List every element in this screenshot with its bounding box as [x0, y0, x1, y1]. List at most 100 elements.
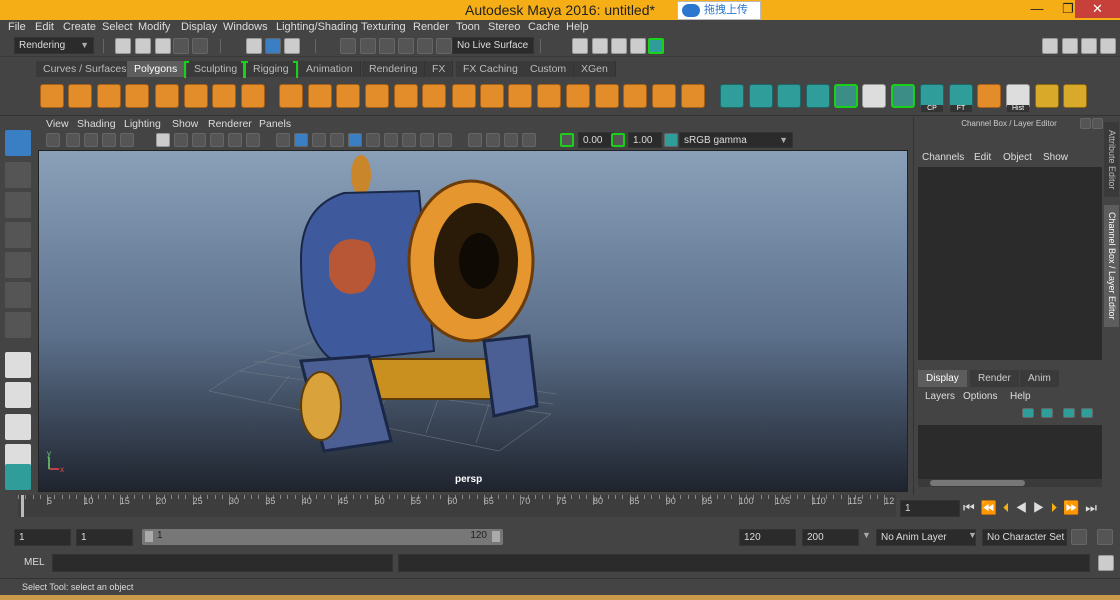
- go-to-start-icon[interactable]: ⏮: [963, 500, 981, 515]
- current-time-marker[interactable]: [21, 495, 24, 517]
- channel-list[interactable]: [918, 167, 1102, 360]
- workspace-icon[interactable]: [1042, 38, 1058, 54]
- select-tool-icon[interactable]: [5, 130, 31, 156]
- start-time-field[interactable]: 1: [14, 529, 71, 546]
- playback-start-field[interactable]: 1: [76, 529, 133, 546]
- merge-icon[interactable]: [652, 84, 676, 108]
- anim-layer-dropdown[interactable]: No Anim Layer: [876, 529, 976, 546]
- four-pane-layout-icon[interactable]: [5, 382, 31, 408]
- scale-tool-icon[interactable]: [5, 282, 31, 308]
- tool-settings-icon[interactable]: [1081, 38, 1097, 54]
- shadows-icon[interactable]: [366, 133, 380, 147]
- layer-menu-options[interactable]: Options: [963, 391, 997, 402]
- command-language-label[interactable]: MEL: [24, 557, 45, 568]
- bevel-icon[interactable]: [452, 84, 476, 108]
- maya-logo-icon[interactable]: [5, 464, 31, 490]
- select-object-icon[interactable]: [265, 38, 281, 54]
- float-panel-icon[interactable]: [1080, 118, 1091, 129]
- wireframe-on-shaded-icon[interactable]: [312, 133, 326, 147]
- isolate-select-icon[interactable]: [468, 133, 482, 147]
- tab-custom[interactable]: Custom: [523, 61, 575, 77]
- redo-icon[interactable]: [192, 38, 208, 54]
- command-input[interactable]: [52, 554, 393, 572]
- move-layer-down-icon[interactable]: [1041, 408, 1053, 418]
- film-gate-icon[interactable]: [174, 133, 188, 147]
- poly-torus-icon[interactable]: [184, 84, 208, 108]
- tab-rendering[interactable]: Rendering: [362, 61, 426, 77]
- layout-icon[interactable]: [1063, 84, 1087, 108]
- cb-menu-edit[interactable]: Edit: [974, 152, 991, 163]
- lasso-tool-icon[interactable]: [5, 162, 31, 188]
- two-pane-layout-icon[interactable]: [5, 414, 31, 440]
- resolution-gate-icon[interactable]: [192, 133, 206, 147]
- freeze-transform-icon[interactable]: FT: [949, 84, 973, 112]
- viewport-menu-lighting[interactable]: Lighting: [124, 118, 161, 130]
- layer-menu-layers[interactable]: Layers: [925, 391, 955, 402]
- menu-create[interactable]: Create: [63, 21, 96, 33]
- move-tool-icon[interactable]: [5, 222, 31, 248]
- viewport-menu-view[interactable]: View: [46, 118, 69, 130]
- hypershade-icon[interactable]: [648, 38, 664, 54]
- camera-icon[interactable]: [46, 133, 60, 147]
- tab-animation[interactable]: Animation: [299, 61, 361, 77]
- layer-menu-help[interactable]: Help: [1010, 391, 1031, 402]
- select-hierarchy-icon[interactable]: [246, 38, 262, 54]
- menu-toon[interactable]: Toon: [456, 21, 480, 33]
- frame-all-icon[interactable]: [120, 133, 134, 147]
- menu-modify[interactable]: Modify: [138, 21, 170, 33]
- close-panel-icon[interactable]: [1092, 118, 1103, 129]
- append-icon[interactable]: [537, 84, 561, 108]
- smooth-icon[interactable]: [365, 84, 389, 108]
- insert-edge-loop-icon[interactable]: [595, 84, 619, 108]
- tab-attribute-editor[interactable]: Attribute Editor: [1104, 122, 1119, 197]
- poly-pipe-icon[interactable]: [241, 84, 265, 108]
- layer-scrollbar[interactable]: [918, 479, 1102, 487]
- magnet-icon[interactable]: [436, 38, 452, 54]
- snap-grid-icon[interactable]: [340, 38, 356, 54]
- viewport-menu-panels[interactable]: Panels: [259, 118, 291, 130]
- depth-of-field-icon[interactable]: [438, 133, 452, 147]
- attribute-editor-icon[interactable]: [1062, 38, 1078, 54]
- menu-help[interactable]: Help: [566, 21, 589, 33]
- render-view-icon[interactable]: [572, 38, 588, 54]
- universal-manipulator-icon[interactable]: [5, 312, 31, 338]
- menu-select[interactable]: Select: [102, 21, 133, 33]
- animation-preferences-icon[interactable]: [1097, 529, 1113, 545]
- viewport-menu-renderer[interactable]: Renderer: [208, 118, 252, 130]
- use-all-lights-icon[interactable]: [348, 133, 362, 147]
- move-layer-up-icon[interactable]: [1022, 408, 1034, 418]
- tab-fx[interactable]: FX: [425, 61, 454, 77]
- fill-hole-icon[interactable]: [566, 84, 590, 108]
- viewport-menu-show[interactable]: Show: [172, 118, 198, 130]
- new-scene-icon[interactable]: [115, 38, 131, 54]
- menu-display[interactable]: Display: [181, 21, 217, 33]
- collapse-icon[interactable]: [681, 84, 705, 108]
- tab-curves-surfaces[interactable]: Curves / Surfaces: [36, 61, 135, 77]
- snap-curve-icon[interactable]: [360, 38, 376, 54]
- boolean-icon[interactable]: [394, 84, 418, 108]
- minimize-button[interactable]: —: [1024, 0, 1050, 18]
- checker-icon[interactable]: [862, 84, 886, 108]
- step-forward-frame-icon[interactable]: ⏵: [1051, 500, 1064, 515]
- history-icon[interactable]: Hist: [1006, 84, 1030, 112]
- step-back-key-icon[interactable]: ⏪: [981, 500, 1003, 515]
- tab-fx-caching[interactable]: FX Caching: [456, 61, 526, 77]
- tab-polygons[interactable]: Polygons: [127, 61, 186, 77]
- poly-plane-icon[interactable]: [155, 84, 179, 108]
- single-pane-layout-icon[interactable]: [5, 352, 31, 378]
- image-plane-icon[interactable]: [102, 133, 116, 147]
- cb-menu-object[interactable]: Object: [1003, 152, 1032, 163]
- xray-icon[interactable]: [486, 133, 500, 147]
- uv-editor-icon[interactable]: [720, 84, 744, 108]
- extract-icon[interactable]: [336, 84, 360, 108]
- tab-render-layers[interactable]: Render: [970, 370, 1019, 387]
- script-editor-icon[interactable]: [1098, 555, 1114, 571]
- menu-render[interactable]: Render: [413, 21, 449, 33]
- upload-button[interactable]: 拖拽上传: [677, 1, 761, 20]
- menu-edit[interactable]: Edit: [35, 21, 54, 33]
- tab-sculpting[interactable]: Sculpting: [183, 61, 247, 81]
- live-surface-field[interactable]: No Live Surface: [452, 37, 534, 54]
- menu-stereo[interactable]: Stereo: [488, 21, 520, 33]
- tab-anim-layers[interactable]: Anim: [1020, 370, 1059, 387]
- textured-icon[interactable]: [330, 133, 344, 147]
